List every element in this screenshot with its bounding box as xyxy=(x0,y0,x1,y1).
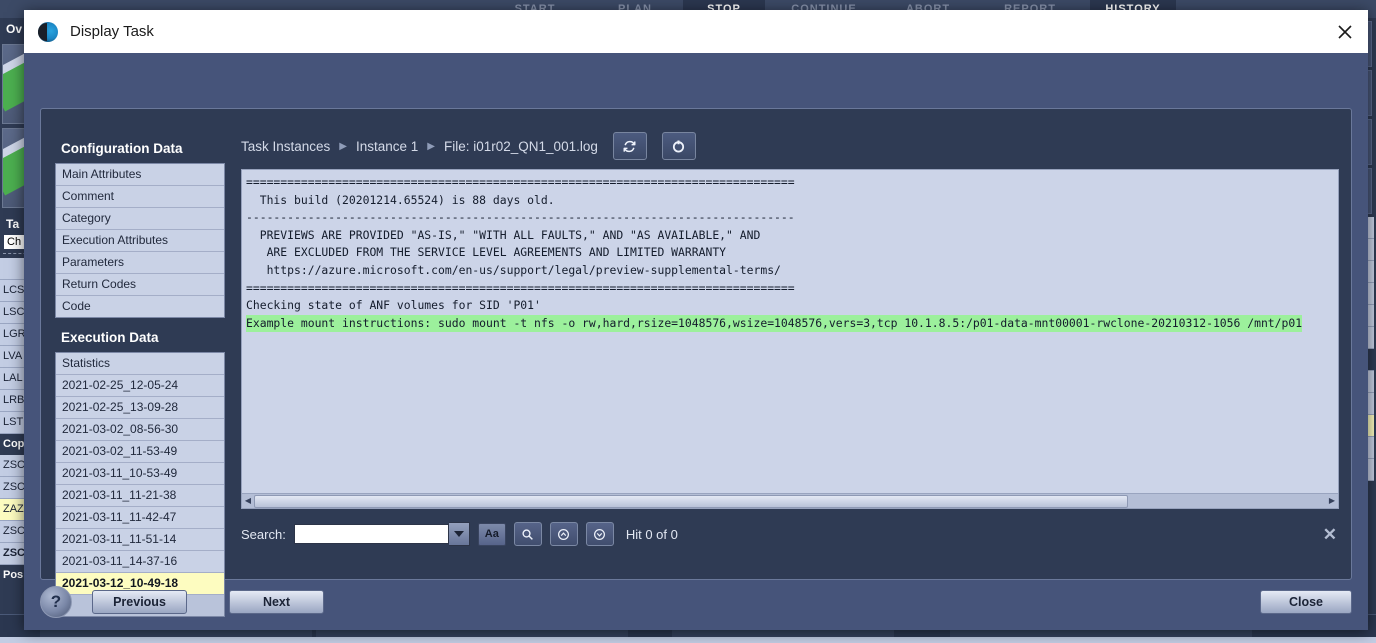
chevron-right-icon: ▶ xyxy=(339,140,347,152)
next-button[interactable]: Next xyxy=(229,590,324,614)
help-button[interactable]: ? xyxy=(40,586,72,618)
execution-item-2021-02-25_12-05-24[interactable]: 2021-02-25_12-05-24 xyxy=(56,375,224,397)
refresh-icon[interactable] xyxy=(612,132,647,160)
log-viewer[interactable]: ========================================… xyxy=(241,169,1339,509)
scroll-right-icon[interactable]: ▶ xyxy=(1326,494,1338,507)
breadcrumb-item-instance[interactable]: Instance 1 xyxy=(356,139,418,154)
log-line: PREVIEWS ARE PROVIDED "AS-IS," "WITH ALL… xyxy=(246,227,761,242)
chevron-up-circle-icon[interactable] xyxy=(549,522,578,546)
execution-item-2021-03-02_08-56-30[interactable]: 2021-03-02_08-56-30 xyxy=(56,419,224,441)
config-item-code[interactable]: Code xyxy=(56,296,224,317)
execution-item-2021-03-11_10-53-49[interactable]: 2021-03-11_10-53-49 xyxy=(56,463,224,485)
log-line: This build (20201214.65524) is 88 days o… xyxy=(246,192,555,207)
config-item-main-attributes[interactable]: Main Attributes xyxy=(56,164,224,186)
reload-circle-icon[interactable] xyxy=(661,132,696,160)
scrollbar-thumb[interactable] xyxy=(254,495,1128,508)
search-bar: Search: Aa Hit 0 of 0 xyxy=(241,519,1339,549)
log-line: ARE EXCLUDED FROM THE SERVICE LEVEL AGRE… xyxy=(246,245,727,260)
breadcrumb: Task Instances ▶ Instance 1 ▶ File: i01r… xyxy=(241,131,1339,161)
search-close-icon[interactable]: ✕ xyxy=(1323,525,1337,545)
config-item-comment[interactable]: Comment xyxy=(56,186,224,208)
execution-item-2021-03-11_11-51-14[interactable]: 2021-03-11_11-51-14 xyxy=(56,529,224,551)
app-logo-icon xyxy=(38,21,58,42)
dialog-footer: ? Previous Next Close xyxy=(40,586,1352,620)
log-line: https://azure.microsoft.com/en-us/suppor… xyxy=(246,262,781,277)
log-line: ----------------------------------------… xyxy=(246,210,795,225)
search-label: Search: xyxy=(241,526,286,542)
left-column: Configuration Data Main Attributes Commen… xyxy=(55,137,225,617)
dialog-title: Display Task xyxy=(70,23,154,40)
chevron-right-icon: ▶ xyxy=(427,140,435,152)
search-input[interactable] xyxy=(293,524,449,544)
execution-data-heading: Execution Data xyxy=(61,330,159,345)
scroll-left-icon[interactable]: ◀ xyxy=(242,494,254,507)
breadcrumb-item-task-instances[interactable]: Task Instances xyxy=(241,139,330,154)
execution-item-2021-03-02_11-53-49[interactable]: 2021-03-02_11-53-49 xyxy=(56,441,224,463)
execution-item-statistics[interactable]: Statistics xyxy=(56,353,224,375)
search-hit-count: Hit 0 of 0 xyxy=(625,526,678,542)
configuration-data-heading: Configuration Data xyxy=(61,141,183,156)
config-item-parameters[interactable]: Parameters xyxy=(56,252,224,274)
log-line: ========================================… xyxy=(246,280,795,295)
search-icon[interactable] xyxy=(513,522,542,546)
execution-data-list[interactable]: Statistics 2021-02-25_12-05-24 2021-02-25_… xyxy=(55,352,225,617)
log-line: ========================================… xyxy=(246,175,795,189)
log-line-highlighted: Example mount instructions: sudo mount -… xyxy=(246,314,1303,333)
chevron-down-circle-icon[interactable] xyxy=(585,522,614,546)
execution-item-2021-03-11_11-42-47[interactable]: 2021-03-11_11-42-47 xyxy=(56,507,224,529)
config-item-category[interactable]: Category xyxy=(56,208,224,230)
display-task-dialog: Display Task Task: ZAZACSNAPRESTOREVersi… xyxy=(24,10,1368,630)
close-button[interactable]: Close xyxy=(1260,590,1352,614)
execution-item-2021-02-25_13-09-28[interactable]: 2021-02-25_13-09-28 xyxy=(56,397,224,419)
config-item-return-codes[interactable]: Return Codes xyxy=(56,274,224,296)
log-text-content: ========================================… xyxy=(246,174,1338,494)
dialog-title-bar: Display Task xyxy=(24,10,1368,53)
previous-button[interactable]: Previous xyxy=(92,590,187,614)
log-horizontal-scrollbar[interactable]: ◀ ▶ xyxy=(242,493,1338,508)
dialog-inner-panel: Configuration Data Main Attributes Commen… xyxy=(40,108,1352,617)
log-line: Checking state of ANF volumes for SID 'P… xyxy=(246,298,541,313)
config-item-execution-attributes[interactable]: Execution Attributes xyxy=(56,230,224,252)
dialog-body: Task: ZAZACSNAPRESTOREVersion: 0 Configu… xyxy=(24,53,1368,630)
breadcrumb-item-file[interactable]: File: i01r02_QN1_001.log xyxy=(444,139,598,154)
configuration-data-list[interactable]: Main Attributes Comment Category Execution … xyxy=(55,163,225,318)
right-column: Task Instances ▶ Instance 1 ▶ File: i01r… xyxy=(241,131,1339,567)
match-case-button[interactable]: Aa xyxy=(477,522,506,546)
execution-item-2021-03-11_14-37-16[interactable]: 2021-03-11_14-37-16 xyxy=(56,551,224,573)
log-line: Example mount instructions: sudo mount -… xyxy=(246,314,1338,333)
close-icon[interactable] xyxy=(1322,10,1368,53)
execution-item-2021-03-11_11-21-38[interactable]: 2021-03-11_11-21-38 xyxy=(56,485,224,507)
chevron-down-icon[interactable] xyxy=(448,522,470,546)
